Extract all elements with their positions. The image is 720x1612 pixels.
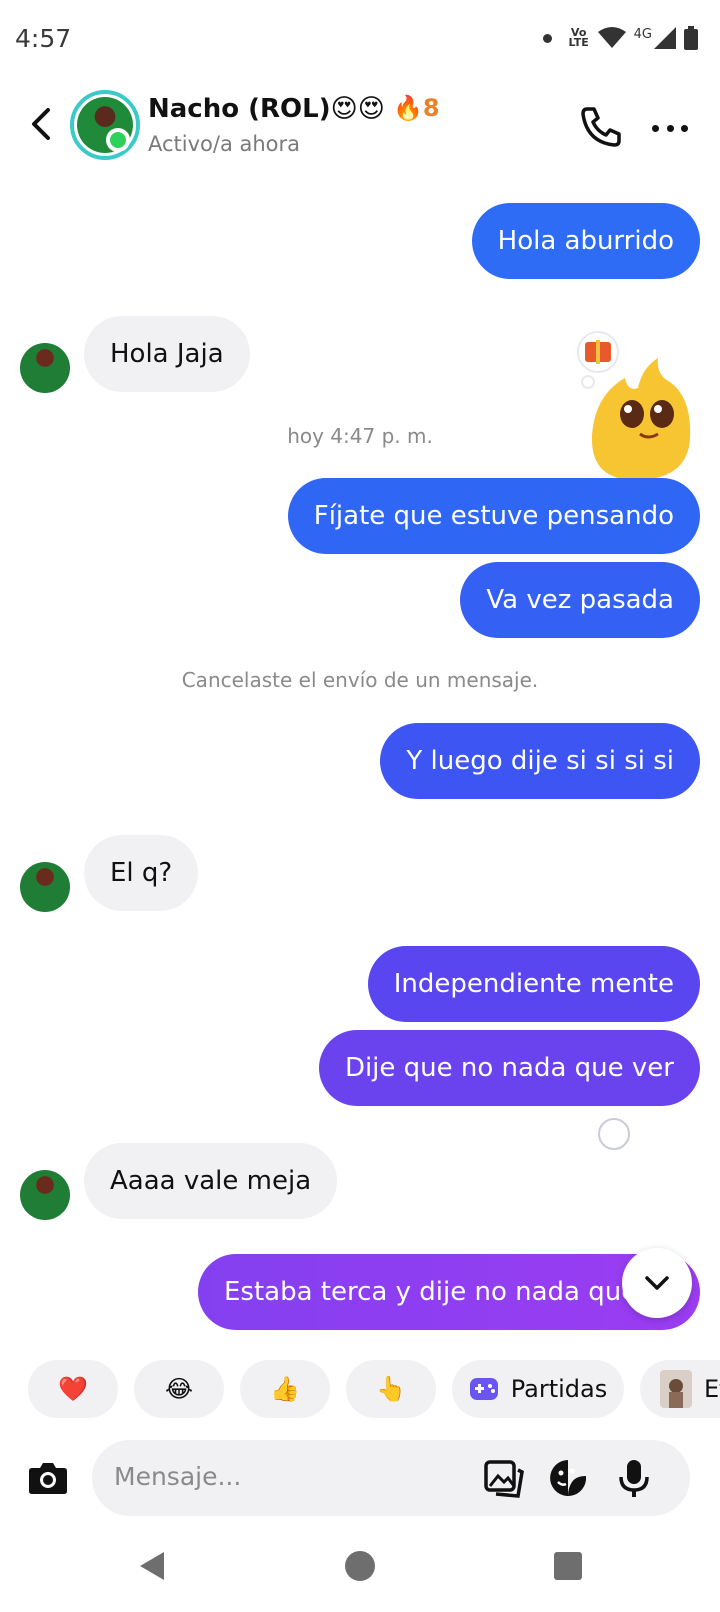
quick-reply-heart[interactable]: ❤️ [28, 1360, 118, 1418]
scroll-to-bottom-button[interactable] [622, 1248, 692, 1318]
mascot-sticker[interactable] [570, 330, 700, 480]
message-outgoing[interactable]: Fíjate que estuve pensando [287, 478, 700, 554]
status-bar: 4:57 Vo LTE 4G [0, 0, 720, 78]
more-options-button[interactable] [650, 108, 690, 148]
message-composer: Mensaje... [0, 1432, 720, 1522]
network-type: 4G [633, 26, 652, 42]
notification-dot-icon [542, 33, 552, 43]
sender-avatar[interactable] [20, 862, 70, 912]
message-input-placeholder: Mensaje... [114, 1462, 242, 1491]
more-dot-icon [681, 124, 688, 132]
thumbs-up-emoji-icon: 👍 [270, 1375, 300, 1403]
contact-name[interactable]: Nacho (ROL)😍😍 [148, 94, 385, 124]
system-navigation-bar [0, 1532, 720, 1612]
wifi-icon [597, 27, 626, 48]
effects-button[interactable]: Ef [640, 1360, 720, 1418]
games-label: Partidas [510, 1375, 608, 1403]
contact-avatar[interactable] [70, 90, 140, 160]
more-dot-icon [666, 124, 674, 132]
message-incoming[interactable]: Aaaa vale meja [84, 1143, 338, 1219]
back-button[interactable] [22, 102, 58, 146]
status-icons: Vo LTE 4G [542, 26, 698, 50]
camera-button[interactable] [26, 1456, 70, 1500]
chat-header: Nacho (ROL)😍😍 🔥8 Activo/a ahora [0, 78, 720, 178]
effects-label: Ef [704, 1375, 720, 1403]
sender-avatar[interactable] [20, 1170, 70, 1220]
back-arrow-icon [32, 108, 50, 140]
message-input[interactable]: Mensaje... [92, 1440, 690, 1516]
more-dot-icon [652, 124, 659, 132]
message-outgoing[interactable]: Dije que no nada que ver [318, 1030, 700, 1106]
chevron-down-icon [645, 1276, 669, 1290]
message-outgoing[interactable]: Independiente mente [367, 946, 700, 1022]
sender-avatar[interactable] [20, 343, 70, 393]
gamepad-icon [469, 1378, 498, 1400]
quick-reply-bar: ❤️ 😂 👍 👆 Partidas Ef [0, 1360, 720, 1418]
loading-indicator [598, 1118, 630, 1150]
streak-badge: 🔥8 [393, 94, 440, 122]
camera-icon [29, 1463, 67, 1494]
volte-icon: Vo LTE [568, 26, 589, 49]
message-outgoing[interactable]: Va vez pasada [460, 562, 700, 638]
nav-recents-icon[interactable] [550, 1548, 586, 1584]
timestamp: hoy 4:47 p. m. [287, 424, 433, 448]
point-up-emoji-icon: 👆 [376, 1375, 406, 1403]
signal-icon [654, 27, 676, 49]
games-button[interactable]: Partidas [452, 1360, 624, 1418]
quick-reply-laugh[interactable]: 😂 [134, 1360, 224, 1418]
quick-reply-point-up[interactable]: 👆 [346, 1360, 436, 1418]
gallery-icon[interactable] [484, 1458, 524, 1498]
sticker-icon[interactable] [548, 1458, 588, 1498]
quick-reply-thumbs-up[interactable]: 👍 [240, 1360, 330, 1418]
battery-icon [684, 26, 698, 50]
call-button[interactable] [578, 104, 624, 150]
message-outgoing[interactable]: Hola aburrido [471, 203, 700, 279]
lens-thumbnail-icon [660, 1370, 692, 1408]
message-incoming[interactable]: Hola Jaja [84, 316, 250, 392]
nav-home-icon[interactable] [342, 1548, 378, 1584]
nav-back-icon[interactable] [134, 1548, 170, 1584]
phone-icon [581, 107, 621, 147]
online-indicator [106, 128, 130, 152]
laugh-emoji-icon: 😂 [164, 1375, 194, 1403]
microphone-icon[interactable] [614, 1458, 654, 1498]
contact-status: Activo/a ahora [148, 132, 301, 156]
message-outgoing[interactable]: Y luego dije si si si si [380, 723, 700, 799]
heart-emoji-icon: ❤️ [58, 1375, 88, 1403]
message-incoming[interactable]: El q? [84, 835, 199, 911]
system-notice: Cancelaste el envío de un mensaje. [181, 668, 539, 692]
status-time: 4:57 [15, 24, 72, 53]
